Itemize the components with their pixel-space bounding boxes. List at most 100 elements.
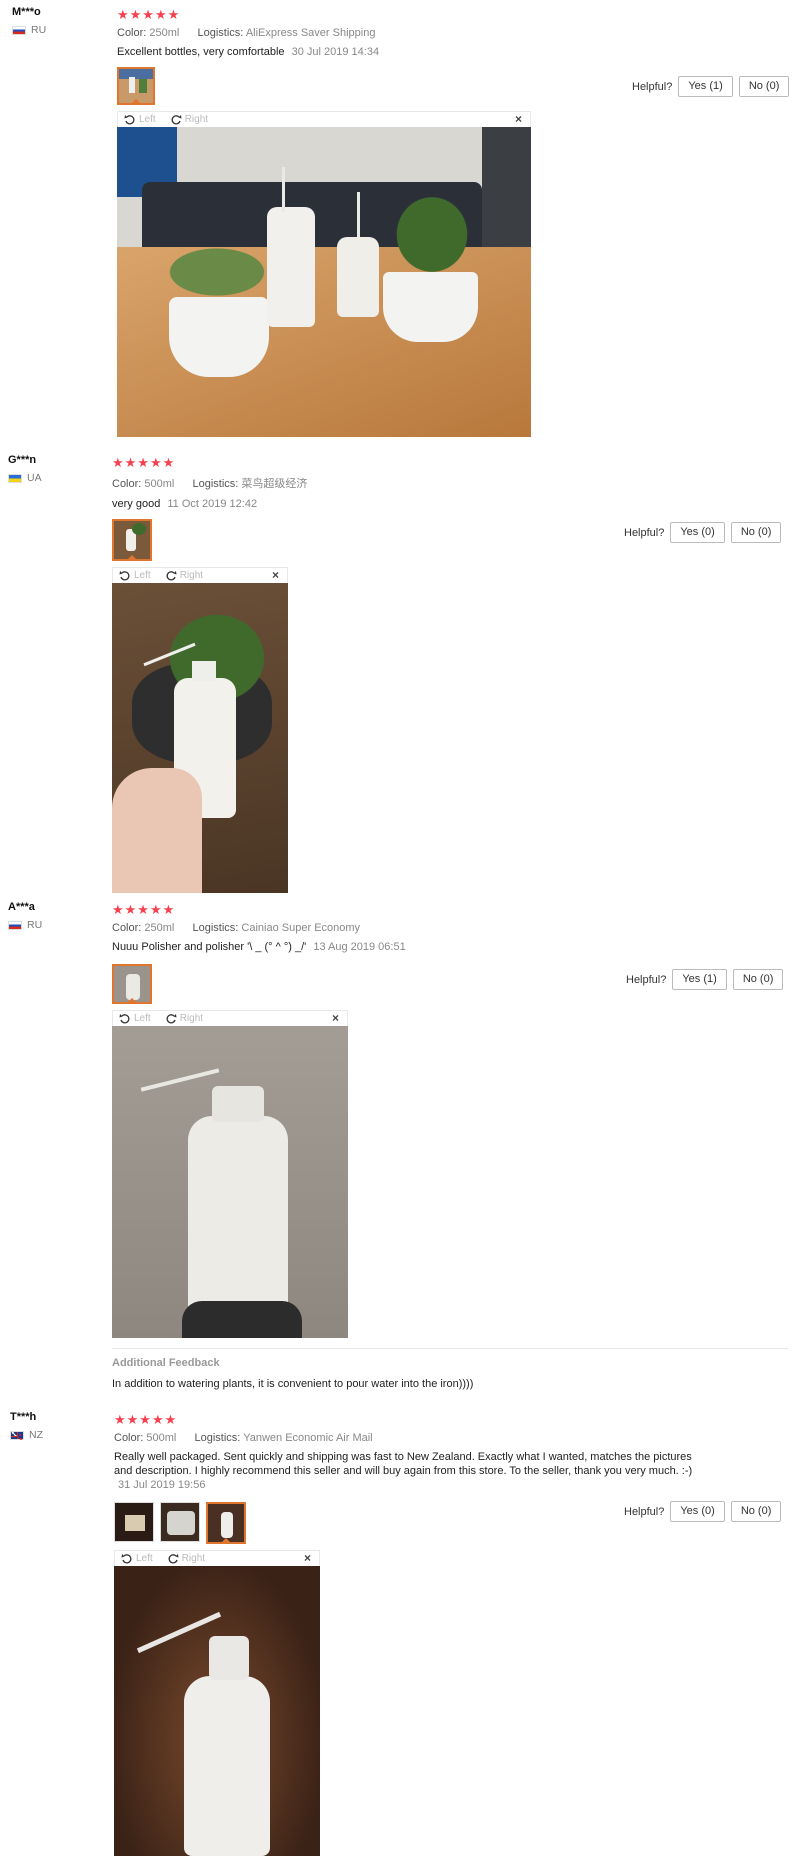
russia-flag-icon <box>8 920 22 930</box>
rotate-left-icon <box>121 1553 132 1563</box>
helpful-no-button[interactable]: No (0) <box>730 522 782 543</box>
helpful-no-button[interactable]: No (0) <box>730 1501 782 1522</box>
rotate-right-button[interactable]: Right <box>165 1013 203 1025</box>
review-photo <box>112 583 288 893</box>
photo-thumbnail[interactable] <box>160 1502 200 1542</box>
helpful-votes: Helpful? Yes (0) No (0) <box>624 1501 782 1522</box>
photo-viewer-toolbar: Left Right × <box>112 567 288 583</box>
review-item: G***n UA ★★★★★ Color: 500ml Logistics: 菜… <box>0 448 800 893</box>
photo-thumbnail[interactable] <box>112 519 152 561</box>
color-value: 250ml <box>149 27 180 39</box>
review-date: 30 Jul 2019 14:34 <box>291 46 380 58</box>
color-label: Color: <box>112 922 142 934</box>
reviewer-name: G***n <box>8 454 37 466</box>
new-zealand-flag-icon <box>10 1430 24 1440</box>
color-label: Color: <box>112 478 142 490</box>
helpful-yes-button[interactable]: Yes (0) <box>670 522 725 543</box>
review-content: very good <box>112 498 161 510</box>
review-date: 31 Jul 2019 19:56 <box>118 1479 206 1491</box>
reviewer-country: UA <box>8 472 98 484</box>
reviewer-info: T***h NZ <box>10 1411 100 1441</box>
logistics-label: Logistics: <box>197 27 244 39</box>
country-code: RU <box>27 919 43 931</box>
photo-viewer-toolbar: Left Right × <box>112 1010 348 1026</box>
country-code: UA <box>27 472 42 484</box>
star-rating: ★★★★★ <box>114 1412 178 1427</box>
additional-feedback-title: Additional Feedback <box>112 1357 220 1369</box>
photo-thumbnail[interactable] <box>206 1502 246 1544</box>
rotate-left-button[interactable]: Left <box>124 114 156 126</box>
rotate-right-icon <box>171 114 182 124</box>
logistics-label: Logistics: <box>194 1432 241 1444</box>
rotate-right-button[interactable]: Right <box>165 570 203 582</box>
helpful-yes-button[interactable]: Yes (0) <box>670 1501 725 1522</box>
review-content: Excellent bottles, very comfortable <box>117 46 285 58</box>
helpful-label: Helpful? <box>632 80 673 93</box>
reviewer-info: G***n UA <box>8 454 98 484</box>
close-icon[interactable]: × <box>515 112 522 126</box>
close-icon[interactable]: × <box>304 1551 311 1565</box>
helpful-yes-button[interactable]: Yes (1) <box>678 76 733 97</box>
star-rating: ★★★★★ <box>112 455 176 470</box>
logistics-value: 菜鸟超级经济 <box>241 478 308 490</box>
logistics-value: Cainiao Super Economy <box>241 922 361 934</box>
color-label: Color: <box>114 1432 144 1444</box>
russia-flag-icon <box>12 25 26 35</box>
review-item: T***h NZ ★★★★★ Color: 500ml Logistics: Y… <box>0 1405 800 1860</box>
divider <box>112 1348 788 1349</box>
photo-thumbnail[interactable] <box>114 1502 154 1542</box>
helpful-votes: Helpful? Yes (1) No (0) <box>626 969 784 990</box>
rotate-left-button[interactable]: Left <box>119 1013 151 1025</box>
review-text: Nuuu Polisher and polisher '\ _ (° ^ °) … <box>112 940 792 954</box>
reviewer-info: M***o RU <box>12 6 102 36</box>
additional-feedback-text: In addition to watering plants, it is co… <box>112 1378 474 1390</box>
photo-thumbnail[interactable] <box>112 964 152 1004</box>
logistics-value: AliExpress Saver Shipping <box>245 27 376 39</box>
helpful-no-button[interactable]: No (0) <box>738 76 790 97</box>
helpful-votes: Helpful? Yes (0) No (0) <box>624 522 782 543</box>
photo-thumbnail[interactable] <box>117 67 155 105</box>
helpful-yes-button[interactable]: Yes (1) <box>672 969 727 990</box>
photo-thumbnails <box>114 1502 694 1544</box>
photo-viewer: Left Right × <box>112 567 288 893</box>
review-date: 13 Aug 2019 06:51 <box>313 941 406 953</box>
review-date: 11 Oct 2019 12:42 <box>167 498 258 510</box>
reviewer-info: A***a RU <box>8 901 98 931</box>
order-info: Color: 250ml Logistics: AliExpress Saver… <box>117 27 677 39</box>
rotate-left-button[interactable]: Left <box>119 570 151 582</box>
rotate-right-icon <box>168 1553 179 1563</box>
helpful-no-button[interactable]: No (0) <box>732 969 784 990</box>
rotate-left-icon <box>119 1013 130 1023</box>
reviewer-name: A***a <box>8 901 35 913</box>
close-icon[interactable]: × <box>272 568 279 582</box>
helpful-label: Helpful? <box>626 973 667 986</box>
photo-viewer: Left Right × <box>112 1010 348 1338</box>
rotate-right-button[interactable]: Right <box>167 1553 205 1565</box>
order-info: Color: 500ml Logistics: Yanwen Economic … <box>114 1432 694 1444</box>
rotate-right-button[interactable]: Right <box>170 114 208 126</box>
rotate-left-button[interactable]: Left <box>121 1553 153 1565</box>
photo-thumbnails <box>112 519 672 561</box>
rotate-right-icon <box>166 1013 177 1023</box>
star-rating: ★★★★★ <box>117 7 181 22</box>
photo-viewer: Left Right × <box>114 1550 320 1856</box>
photo-thumbnails <box>117 67 677 105</box>
reviewer-country: RU <box>8 919 98 931</box>
photo-viewer-toolbar: Left Right × <box>117 111 531 127</box>
rotate-right-icon <box>166 570 177 580</box>
rotate-left-icon <box>119 570 130 580</box>
review-photo <box>114 1566 320 1856</box>
reviewer-country: RU <box>12 24 102 36</box>
review-item: A***a RU ★★★★★ Color: 250ml Logistics: C… <box>0 895 800 1405</box>
review-content: Really well packaged. Sent quickly and s… <box>114 1451 693 1477</box>
review-text: Excellent bottles, very comfortable 30 J… <box>117 45 677 59</box>
close-icon[interactable]: × <box>332 1011 339 1025</box>
review-text: very good 11 Oct 2019 12:42 <box>112 497 672 511</box>
color-label: Color: <box>117 27 147 39</box>
logistics-label: Logistics: <box>192 478 239 490</box>
review-text: Really well packaged. Sent quickly and s… <box>114 1450 694 1492</box>
order-info: Color: 500ml Logistics: 菜鸟超级经济 <box>112 475 672 491</box>
country-code: NZ <box>29 1429 43 1441</box>
helpful-label: Helpful? <box>624 526 665 539</box>
logistics-label: Logistics: <box>192 922 239 934</box>
